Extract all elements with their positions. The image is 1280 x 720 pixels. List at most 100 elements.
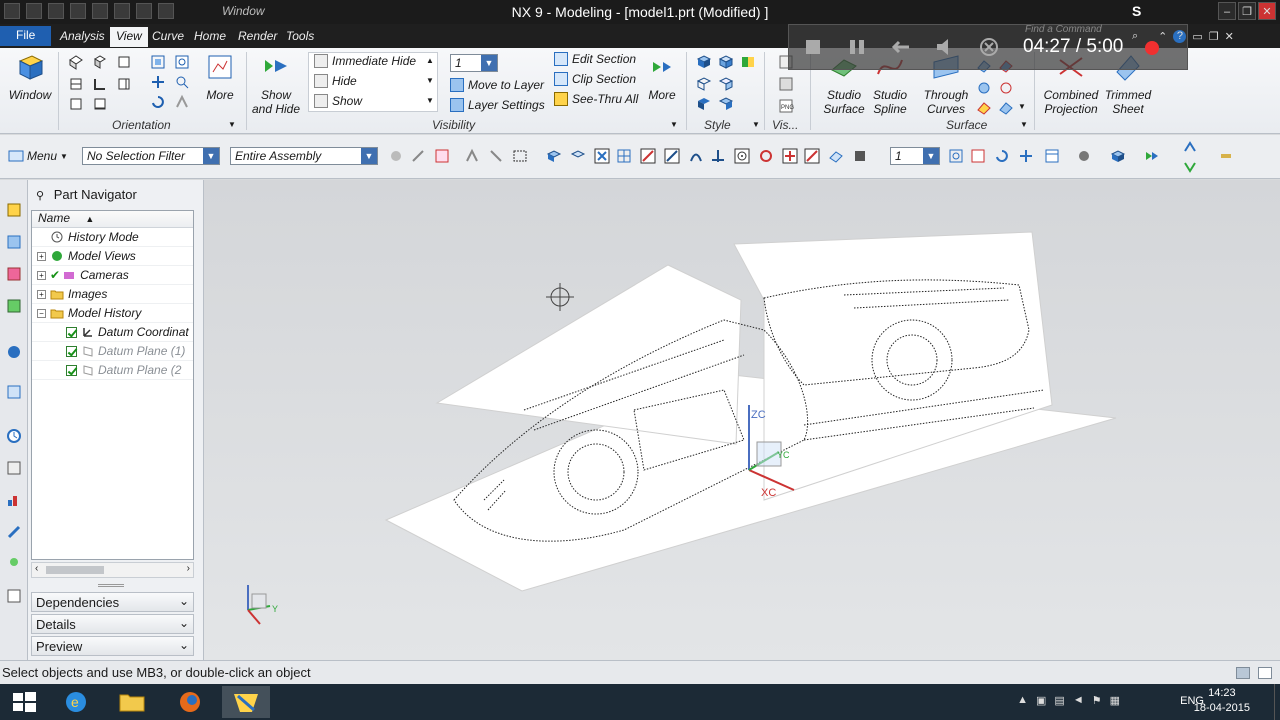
selection-scope-select[interactable]: Entire Assembly ▼ <box>230 147 378 165</box>
web-browser-icon[interactable] <box>6 344 22 360</box>
bounded-grid-icon[interactable] <box>852 148 868 164</box>
hide-item[interactable]: Hide <box>314 74 357 88</box>
datum-plane-side-left[interactable] <box>435 264 742 445</box>
immediate-hide-item[interactable]: Immediate Hide <box>314 54 416 68</box>
see-thru-all-item[interactable]: See-Thru All <box>554 92 638 106</box>
dependencies-panel[interactable]: Dependencies ⌄ <box>31 592 194 612</box>
stop-button[interactable] <box>799 35 827 59</box>
selection-filter-select[interactable]: No Selection Filter ▼ <box>82 147 220 165</box>
search-icon[interactable]: ⌕ <box>1132 30 1138 43</box>
scrollbar-thumb[interactable] <box>46 566 104 574</box>
midpoint-icon[interactable] <box>664 148 680 164</box>
part-navigator-icon[interactable] <box>6 266 22 282</box>
view-right-icon[interactable] <box>116 76 132 92</box>
view-front-icon[interactable] <box>116 54 132 70</box>
view-isometric-icon[interactable] <box>92 54 108 70</box>
expand-icon[interactable]: + <box>37 270 46 280</box>
solid-body-icon[interactable] <box>546 148 562 164</box>
tab-view[interactable]: View <box>110 27 148 47</box>
pause-button[interactable] <box>843 35 871 59</box>
gallery-expand-icon[interactable]: ▼ <box>426 96 434 105</box>
gallery-scroll-up-icon[interactable]: ▲ <box>426 56 434 65</box>
roles-icon[interactable] <box>6 556 22 572</box>
process-studio-icon[interactable] <box>6 492 22 508</box>
window-button[interactable]: Window <box>8 52 52 102</box>
visibility-checkbox[interactable] <box>66 364 77 376</box>
control-point-icon[interactable] <box>688 148 704 164</box>
gallery-scroll-down-icon[interactable]: ▼ <box>426 76 434 85</box>
help-icon[interactable]: ? <box>1173 30 1187 43</box>
selection-scope-dropdown-icon[interactable]: ▼ <box>361 148 377 164</box>
style-dropdown-icon[interactable]: ▼ <box>752 120 760 129</box>
restore-button[interactable]: ❐ <box>1238 2 1256 20</box>
tree-row-images[interactable]: + Images <box>32 285 193 304</box>
partial-shade-cube-icon[interactable] <box>718 96 734 112</box>
visibility-checkbox[interactable] <box>66 326 77 338</box>
orient-menu-icon[interactable] <box>1044 148 1060 164</box>
studio-style-icon[interactable] <box>740 54 756 70</box>
rectangle-select-icon[interactable] <box>512 148 528 164</box>
surface-tool-icon-4[interactable] <box>998 80 1014 96</box>
face-icon[interactable] <box>570 148 586 164</box>
expand-icon[interactable]: + <box>37 289 46 299</box>
taskbar-app-explorer[interactable] <box>108 686 156 718</box>
snap-icon-1[interactable] <box>388 148 404 164</box>
ribbon-collapse-icon[interactable]: ⌃ <box>1158 30 1167 43</box>
system-scenes-icon[interactable] <box>6 588 22 604</box>
view-bottom-icon[interactable] <box>68 96 84 112</box>
scroll-left-icon[interactable]: ‹ <box>35 563 38 574</box>
more-visibility-button[interactable]: More <box>644 52 680 102</box>
quadrant-point-icon[interactable] <box>758 148 774 164</box>
network-icon[interactable]: ▤ <box>1054 694 1064 707</box>
zoom-icon[interactable] <box>174 54 190 70</box>
move-to-layer-item[interactable]: Move to Layer <box>450 78 544 92</box>
tab-render[interactable]: Render <box>232 27 283 47</box>
orient-view-icon[interactable] <box>174 94 190 110</box>
tree-row-datum-plane-2[interactable]: Datum Plane (2 <box>32 361 193 380</box>
toolbar-options-icon[interactable] <box>1218 148 1234 164</box>
clip-section-item[interactable]: Clip Section <box>554 72 636 86</box>
show-and-hide-button[interactable]: Show and Hide <box>250 52 302 116</box>
view-trimetric-icon[interactable] <box>68 54 84 70</box>
start-button[interactable] <box>0 686 48 718</box>
tab-analysis[interactable]: Analysis <box>54 27 111 47</box>
tree-row-cameras[interactable]: + ✔ Cameras <box>32 266 193 285</box>
close-button[interactable]: ✕ <box>1258 2 1276 20</box>
show-item[interactable]: Show <box>314 94 362 108</box>
tray-app-2-icon[interactable]: ▦ <box>1110 694 1120 707</box>
intersection-icon[interactable] <box>710 148 726 164</box>
surface-dropdown-icon[interactable]: ▼ <box>1020 120 1028 129</box>
view-top-icon[interactable] <box>68 76 84 92</box>
point-on-surface-icon[interactable] <box>828 148 844 164</box>
face-analysis-cube-icon[interactable] <box>696 96 712 112</box>
clock[interactable]: 14:23 18-04-2015 <box>1194 687 1250 714</box>
more-orientation-button[interactable]: More <box>200 52 240 102</box>
display-cube-icon[interactable] <box>1110 148 1126 164</box>
pan-icon[interactable] <box>150 74 166 90</box>
manufacturing-wizards-icon[interactable] <box>6 524 22 540</box>
snap-icon-4[interactable] <box>488 148 504 164</box>
tab-home[interactable]: Home <box>188 27 232 47</box>
command-finder-icon-1[interactable] <box>1182 139 1198 155</box>
zoom-in-out-icon[interactable] <box>174 74 190 90</box>
tree-row-model-views[interactable]: + Model Views <box>32 247 193 266</box>
details-panel[interactable]: Details ⌄ <box>31 614 194 634</box>
surface-tool-icon-3[interactable] <box>976 80 992 96</box>
hidden-edges-cube-icon[interactable] <box>718 76 734 92</box>
selection-filter-dropdown-icon[interactable]: ▼ <box>203 148 219 164</box>
point-on-curve-icon[interactable] <box>804 148 820 164</box>
preview-panel[interactable]: Preview ⌄ <box>31 636 194 656</box>
snap-icon-2[interactable] <box>410 148 426 164</box>
layer-dropdown-icon[interactable]: ▼ <box>481 55 497 71</box>
snap-icon-3[interactable] <box>464 148 480 164</box>
edit-section-item[interactable]: Edit Section <box>554 52 636 66</box>
doc-close-button[interactable]: ✕ <box>1225 30 1234 43</box>
tab-curve[interactable]: Curve <box>146 27 190 47</box>
zoom-view-icon[interactable] <box>970 148 986 164</box>
snap-point-active-icon[interactable] <box>594 148 610 164</box>
assembly-navigator-icon[interactable] <box>6 202 22 218</box>
graphics-window[interactable]: ZC XC YC Y <box>204 180 1280 660</box>
show-hide-quick-icon[interactable] <box>1144 148 1160 164</box>
layer-settings-item[interactable]: Layer Settings <box>450 98 545 112</box>
expand-icon[interactable]: + <box>37 251 46 261</box>
